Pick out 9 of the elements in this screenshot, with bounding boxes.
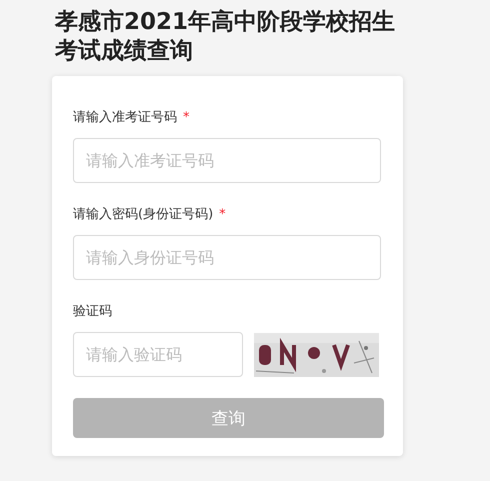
required-mark: * [219, 206, 226, 222]
captcha-field[interactable]: 请输入验证码 [73, 332, 243, 377]
input-field[interactable]: 请输入准考证号码 [73, 138, 381, 183]
field-label: 请输入准考证号码 [73, 109, 177, 126]
field-label: 请输入密码(身份证号码) [73, 206, 214, 223]
field-label: 验证码 [73, 303, 112, 320]
required-mark: * [183, 110, 190, 124]
page-title: 孝感市2021年高中阶段学校招生考试成绩查询 [55, 8, 396, 66]
input-field[interactable]: 请输入身份证号码 [73, 235, 381, 280]
